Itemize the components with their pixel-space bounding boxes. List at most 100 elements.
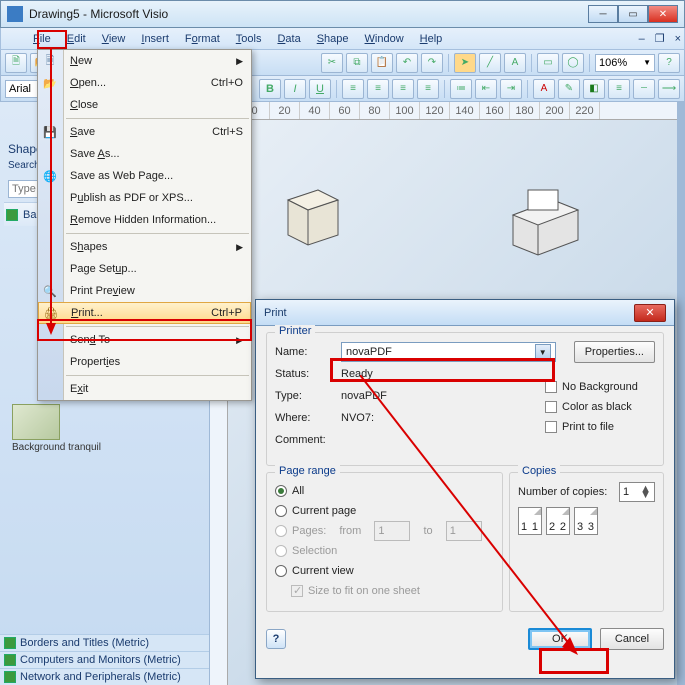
menu-item-print[interactable]: 🖨Print...Ctrl+P bbox=[38, 302, 251, 324]
bold-icon[interactable]: B bbox=[259, 79, 281, 99]
indent-dec-icon[interactable]: ⇤ bbox=[475, 79, 497, 99]
properties-button[interactable]: Properties... bbox=[574, 341, 655, 363]
minimize-button[interactable]: ─ bbox=[588, 5, 618, 23]
text-icon[interactable]: A bbox=[504, 53, 526, 73]
menu-item-pagesetup[interactable]: Page Setup... bbox=[38, 258, 251, 280]
italic-icon[interactable]: I bbox=[284, 79, 306, 99]
menu-item-new[interactable]: 🗎New▶ bbox=[38, 50, 251, 72]
printer-icon: 🖨 bbox=[43, 305, 59, 321]
paste-icon[interactable]: 📋 bbox=[371, 53, 393, 73]
maximize-button[interactable]: ▭ bbox=[618, 5, 648, 23]
line-weight-icon[interactable]: ≡ bbox=[608, 79, 630, 99]
cancel-button[interactable]: Cancel bbox=[600, 628, 664, 650]
pointer-icon[interactable]: ➤ bbox=[454, 53, 476, 73]
menu-insert[interactable]: Insert bbox=[135, 31, 175, 47]
align-left-icon[interactable]: ≡ bbox=[342, 79, 364, 99]
color-black-checkbox[interactable] bbox=[545, 401, 557, 413]
window-title: Drawing5 - Microsoft Visio bbox=[29, 7, 588, 21]
menu-item-properties[interactable]: Properties bbox=[38, 351, 251, 373]
fill-color-icon[interactable]: ◧ bbox=[583, 79, 605, 99]
copy-icon[interactable]: ⧉ bbox=[346, 53, 368, 73]
align-justify-icon[interactable]: ≡ bbox=[417, 79, 439, 99]
menu-window[interactable]: Window bbox=[359, 31, 410, 47]
menu-item-open[interactable]: 📂Open...Ctrl+O bbox=[38, 72, 251, 94]
mdi-close[interactable]: × bbox=[672, 33, 684, 45]
underline-icon[interactable]: U bbox=[309, 79, 331, 99]
annotation-file-highlight bbox=[37, 30, 67, 49]
printer-name-combo[interactable]: novaPDF ▼ bbox=[341, 342, 556, 362]
chevron-down-icon[interactable]: ▼ bbox=[535, 344, 551, 360]
page-range-group: Page range All Current page Pages: from … bbox=[266, 472, 503, 612]
indent-inc-icon[interactable]: ⇥ bbox=[500, 79, 522, 99]
printer-shape-icon[interactable] bbox=[498, 180, 588, 260]
line-color-icon[interactable]: ✎ bbox=[558, 79, 580, 99]
mdi-restore[interactable]: ❐ bbox=[652, 32, 668, 45]
menu-item-exit[interactable]: Exit bbox=[38, 378, 251, 400]
mdi-minimize[interactable]: – bbox=[636, 33, 648, 45]
help-icon[interactable]: ? bbox=[266, 629, 286, 649]
to-spinner: 1 bbox=[446, 521, 482, 541]
where-value: NVO7: bbox=[341, 412, 374, 424]
font-color-icon[interactable]: A bbox=[533, 79, 555, 99]
selection-radio bbox=[275, 545, 287, 557]
save-icon: 💾 bbox=[42, 124, 58, 140]
app-icon bbox=[7, 6, 23, 22]
menu-item-save[interactable]: 💾SaveCtrl+S bbox=[38, 121, 251, 143]
menu-item-close[interactable]: Close bbox=[38, 94, 251, 116]
all-radio[interactable] bbox=[275, 485, 287, 497]
rect-icon[interactable]: ▭ bbox=[537, 53, 559, 73]
ruler-horizontal: -20020406080100120140160180200220 bbox=[210, 102, 685, 120]
copies-spinner[interactable]: 1▲▼ bbox=[619, 482, 655, 502]
help-icon[interactable]: ? bbox=[658, 53, 680, 73]
menu-view[interactable]: View bbox=[96, 31, 132, 47]
ellipse-icon[interactable]: ◯ bbox=[562, 53, 584, 73]
new-icon[interactable]: 🗎 bbox=[5, 53, 27, 73]
printer-group: Printer Name: novaPDF ▼ Properties... St… bbox=[266, 332, 664, 466]
current-view-radio[interactable] bbox=[275, 565, 287, 577]
menu-item-sendto[interactable]: Send To▶ bbox=[38, 329, 251, 351]
cut-icon[interactable]: ✂ bbox=[321, 53, 343, 73]
shape-thumb-label: Background tranquil bbox=[12, 442, 101, 453]
pages-radio[interactable] bbox=[275, 525, 287, 537]
menu-help[interactable]: Help bbox=[414, 31, 449, 47]
open-folder-icon: 📂 bbox=[42, 75, 58, 91]
shape-thumb[interactable] bbox=[12, 404, 60, 440]
menu-data[interactable]: Data bbox=[271, 31, 306, 47]
connector-icon[interactable]: ╱ bbox=[479, 53, 501, 73]
stencil-row[interactable]: Network and Peripherals (Metric) bbox=[0, 668, 209, 685]
menubar: File Edit View Insert Format Tools Data … bbox=[0, 28, 685, 50]
ok-button[interactable]: OK bbox=[528, 628, 592, 650]
undo-icon[interactable]: ↶ bbox=[396, 53, 418, 73]
menu-item-remove[interactable]: Remove Hidden Information... bbox=[38, 209, 251, 231]
stencil-row[interactable]: Borders and Titles (Metric) bbox=[0, 634, 209, 651]
menu-item-saveas[interactable]: Save As... bbox=[38, 143, 251, 165]
line-pattern-icon[interactable]: ┄ bbox=[633, 79, 655, 99]
menu-tools[interactable]: Tools bbox=[230, 31, 268, 47]
menu-item-saveweb[interactable]: 🌐Save as Web Page... bbox=[38, 165, 251, 187]
type-value: novaPDF bbox=[341, 390, 387, 402]
menu-format[interactable]: Format bbox=[179, 31, 226, 47]
current-page-radio[interactable] bbox=[275, 505, 287, 517]
close-button[interactable]: ✕ bbox=[648, 5, 678, 23]
zoom-combo[interactable]: 106%▼ bbox=[595, 54, 655, 72]
no-background-checkbox[interactable] bbox=[545, 381, 557, 393]
redo-icon[interactable]: ↷ bbox=[421, 53, 443, 73]
menu-item-pubpdf[interactable]: Publish as PDF or XPS... bbox=[38, 187, 251, 209]
menu-item-shapes[interactable]: Shapes▶ bbox=[38, 236, 251, 258]
stencil-row[interactable]: Computers and Monitors (Metric) bbox=[0, 651, 209, 668]
name-label: Name: bbox=[275, 346, 335, 358]
print-dialog: Print ✕ Printer Name: novaPDF ▼ Properti… bbox=[255, 299, 675, 679]
align-right-icon[interactable]: ≡ bbox=[392, 79, 414, 99]
bullets-icon[interactable]: ≔ bbox=[450, 79, 472, 99]
box-shape-icon[interactable] bbox=[278, 180, 348, 250]
align-center-icon[interactable]: ≡ bbox=[367, 79, 389, 99]
menu-shape[interactable]: Shape bbox=[311, 31, 355, 47]
task-pane-strip[interactable] bbox=[677, 102, 685, 685]
line-ends-icon[interactable]: ⟶ bbox=[658, 79, 680, 99]
menu-item-printprev[interactable]: 🔍Print Preview bbox=[38, 280, 251, 302]
copies-group: Copies Number of copies:1▲▼ 11 22 33 bbox=[509, 472, 664, 612]
new-doc-icon: 🗎 bbox=[42, 53, 58, 69]
print-file-checkbox[interactable] bbox=[545, 421, 557, 433]
globe-icon: 🌐 bbox=[42, 168, 58, 184]
dialog-close-button[interactable]: ✕ bbox=[634, 304, 666, 322]
